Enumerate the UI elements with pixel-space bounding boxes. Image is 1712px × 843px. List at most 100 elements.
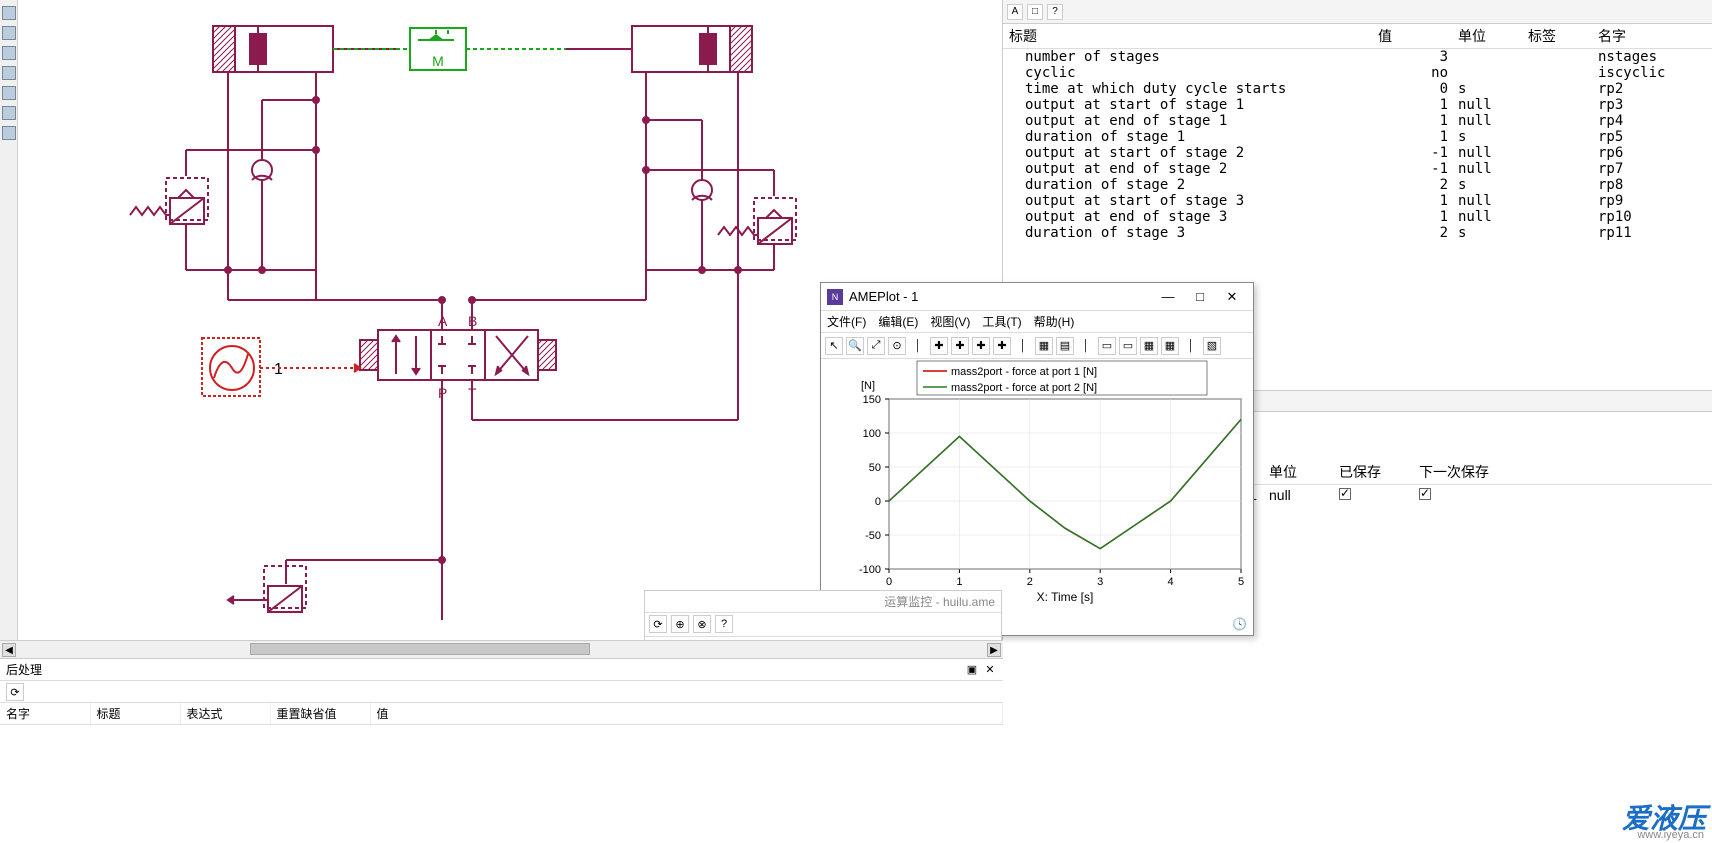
pp-col-value[interactable]: 值 — [370, 703, 1003, 725]
param-row[interactable]: output at end of stage 2 -1 null rp7 — [1003, 161, 1712, 177]
param-tag — [1522, 97, 1592, 113]
sim-tool-icon[interactable]: ⟳ — [649, 615, 667, 633]
col-tag[interactable]: 标签 — [1522, 24, 1592, 49]
param-row[interactable]: output at end of stage 3 1 null rp10 — [1003, 209, 1712, 225]
pp-col-title[interactable]: 标题 — [90, 703, 180, 725]
plot-tool-icon[interactable]: ▭ — [1119, 337, 1137, 355]
tool-icon[interactable] — [2, 46, 16, 60]
port-b: B — [468, 313, 477, 329]
param-title: output at end of stage 3 — [1003, 209, 1372, 225]
svg-text:2: 2 — [1027, 576, 1033, 588]
plot-tool-icon[interactable]: ▭ — [1098, 337, 1116, 355]
tool-icon[interactable] — [2, 66, 16, 80]
dock-icon[interactable]: ▣ — [965, 663, 979, 677]
plot-tool-icon[interactable]: ⊙ — [888, 337, 906, 355]
plot-tool-icon[interactable]: ▦ — [1161, 337, 1179, 355]
plot-tool-icon[interactable]: ▦ — [1140, 337, 1158, 355]
col-unit[interactable]: 单位 — [1263, 460, 1333, 485]
svg-text:50: 50 — [869, 462, 881, 474]
param-unit: null — [1452, 113, 1522, 129]
tool-icon[interactable] — [2, 126, 16, 140]
col-name[interactable]: 名字 — [1592, 24, 1712, 49]
plot-tool-icon[interactable]: ✚ — [951, 337, 969, 355]
col-unit[interactable]: 单位 — [1452, 24, 1522, 49]
plot-tool-icon[interactable]: ✚ — [972, 337, 990, 355]
param-title: output at start of stage 3 — [1003, 193, 1372, 209]
minimize-button[interactable]: — — [1153, 287, 1183, 307]
param-value: 1 — [1372, 129, 1452, 145]
port-a: A — [438, 313, 448, 329]
pp-col-expr[interactable]: 表达式 — [180, 703, 270, 725]
sim-tool-icon[interactable]: ? — [715, 615, 733, 633]
tool-icon[interactable] — [2, 26, 16, 40]
param-row[interactable]: time at which duty cycle starts 0 s rp2 — [1003, 81, 1712, 97]
param-value: -1 — [1372, 161, 1452, 177]
postproc-table: 名字 标题 表达式 重置缺省值 值 — [0, 703, 1003, 725]
maximize-button[interactable]: □ — [1185, 287, 1215, 307]
help-icon[interactable]: ? — [1047, 4, 1063, 20]
param-tag — [1522, 177, 1592, 193]
tool-icon[interactable]: □ — [1027, 4, 1043, 20]
svg-text:150: 150 — [863, 394, 881, 406]
menu-edit[interactable]: 编辑(E) — [878, 313, 918, 330]
menu-view[interactable]: 视图(V) — [930, 313, 970, 330]
canvas-hscrollbar[interactable]: ◀ ▶ — [0, 641, 1003, 659]
param-row[interactable]: number of stages 3 nstages — [1003, 49, 1712, 66]
col-value[interactable]: 值 — [1372, 24, 1452, 49]
menu-file[interactable]: 文件(F) — [827, 313, 866, 330]
sim-title[interactable]: 运算监控 - huilu.ame — [645, 591, 1001, 613]
param-row[interactable]: duration of stage 1 1 s rp5 — [1003, 129, 1712, 145]
col-next[interactable]: 下一次保存 — [1413, 460, 1712, 485]
param-value: 2 — [1372, 225, 1452, 241]
saved-checkbox[interactable] — [1339, 488, 1351, 500]
param-name: rp10 — [1592, 209, 1712, 225]
window-titlebar[interactable]: N AMEPlot - 1 — □ ✕ — [821, 283, 1253, 311]
close-icon[interactable]: ✕ — [983, 663, 997, 677]
scroll-thumb[interactable] — [250, 643, 590, 655]
tool-icon[interactable] — [2, 106, 16, 120]
pp-col-name[interactable]: 名字 — [0, 703, 90, 725]
plot-toolbar: ↖🔍⤢⊙│✚✚✚✚│▦▤│▭▭▦▦│▧ — [821, 333, 1253, 359]
close-button[interactable]: ✕ — [1217, 287, 1247, 307]
plot-tool-icon[interactable]: ✚ — [993, 337, 1011, 355]
col-saved[interactable]: 已保存 — [1333, 460, 1413, 485]
param-row[interactable]: duration of stage 3 2 s rp11 — [1003, 225, 1712, 241]
menu-tools[interactable]: 工具(T) — [982, 313, 1021, 330]
param-value: -1 — [1372, 145, 1452, 161]
plot-tool-icon[interactable]: ✚ — [930, 337, 948, 355]
refresh-icon[interactable]: ⟳ — [6, 683, 24, 701]
sim-tool-icon[interactable]: ⊕ — [671, 615, 689, 633]
param-tag — [1522, 161, 1592, 177]
plot-tool-icon[interactable]: ▧ — [1203, 337, 1221, 355]
tool-icon[interactable] — [2, 86, 16, 100]
separator: │ — [909, 337, 927, 355]
scroll-left-button[interactable]: ◀ — [2, 643, 16, 657]
param-unit: s — [1452, 81, 1522, 97]
plot-tool-icon[interactable]: ⤢ — [867, 337, 885, 355]
plot-tool-icon[interactable]: ▦ — [1035, 337, 1053, 355]
svg-text:5: 5 — [1238, 576, 1244, 588]
param-title: output at start of stage 1 — [1003, 97, 1372, 113]
plot-tool-icon[interactable]: 🔍 — [846, 337, 864, 355]
menu-help[interactable]: 帮助(H) — [1034, 313, 1075, 330]
plot-tool-icon[interactable]: ↖ — [825, 337, 843, 355]
param-row[interactable]: duration of stage 2 2 s rp8 — [1003, 177, 1712, 193]
sim-tool-icon[interactable]: ⊗ — [693, 615, 711, 633]
param-row[interactable]: output at start of stage 1 1 null rp3 — [1003, 97, 1712, 113]
plot-tool-icon[interactable]: ▤ — [1056, 337, 1074, 355]
tool-icon[interactable] — [2, 6, 16, 20]
param-unit: null — [1452, 161, 1522, 177]
pp-col-reset[interactable]: 重置缺省值 — [270, 703, 370, 725]
param-row[interactable]: output at start of stage 2 -1 null rp6 — [1003, 145, 1712, 161]
ameplot-window[interactable]: N AMEPlot - 1 — □ ✕ 文件(F) 编辑(E) 视图(V) 工具… — [820, 282, 1254, 636]
tool-icon[interactable]: A — [1007, 4, 1023, 20]
nextsave-checkbox[interactable] — [1419, 488, 1431, 500]
param-row[interactable]: cyclic no iscyclic — [1003, 65, 1712, 81]
param-row[interactable]: output at end of stage 1 1 null rp4 — [1003, 113, 1712, 129]
svg-text:3: 3 — [1097, 576, 1103, 588]
param-row[interactable]: output at start of stage 3 1 null rp9 — [1003, 193, 1712, 209]
col-title[interactable]: 标题 — [1003, 24, 1372, 49]
scroll-right-button[interactable]: ▶ — [987, 643, 1001, 657]
param-value: 3 — [1372, 49, 1452, 66]
param-title: duration of stage 2 — [1003, 177, 1372, 193]
